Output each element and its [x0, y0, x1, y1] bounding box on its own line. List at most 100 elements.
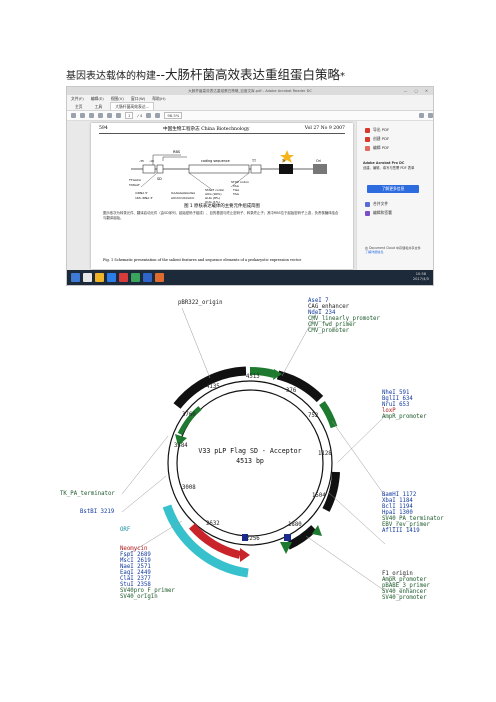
create-pdf-label: 创建 PDF — [373, 136, 390, 141]
cloud-note: 在 Document Cloud 中存储和共享文件 了解详细信息 — [365, 246, 425, 255]
loxp-feature — [319, 400, 338, 429]
tick-1504: 1504 — [312, 493, 326, 499]
ppt-icon[interactable] — [155, 273, 164, 282]
label-ampr-promoter: AmpR_promoter — [382, 414, 427, 420]
label-cmv-promoter: CMV_promoter — [308, 328, 350, 334]
menu-view[interactable]: 视图(V) — [111, 95, 124, 102]
figure-caption: 图 1 原核表达载体的主要元件组成简图 — [184, 204, 260, 209]
tick-2632: 2632 — [206, 521, 220, 527]
tick-3760: 3760 — [182, 412, 196, 418]
search-taskbar-icon[interactable] — [83, 273, 92, 282]
fill-sign-label: 编辑和签署 — [373, 210, 392, 215]
combine-files-item[interactable]: 合并文件 — [365, 201, 388, 207]
neomycin-arrow — [240, 548, 250, 562]
figure-description: 图示依次为转录元件、翻译启动元件（由SD序列、起始密码子组成）、目的基因与终止密… — [103, 211, 339, 221]
menu-bar: 文件(F) 编辑(E) 视图(V) 窗口(W) 帮助(H) — [67, 95, 433, 102]
combine-label: 合并文件 — [373, 201, 389, 206]
print-icon[interactable] — [80, 113, 85, 118]
small-blue-box-2 — [284, 534, 291, 541]
save-icon[interactable] — [71, 113, 76, 118]
figure-caption-english: Fig. 1 Schematic presentation of the sal… — [103, 258, 302, 262]
tools-pane: 导出 PDF 创建 PDF 编辑 PDF Adobe Acrobat Pro D… — [356, 121, 433, 271]
ori-box — [313, 164, 327, 174]
tick-2256: 2256 — [246, 536, 260, 542]
export-pdf-item[interactable]: 导出 PDF — [365, 127, 389, 133]
app-icon-green[interactable] — [131, 273, 140, 282]
label-afliii: AflIII 1419 — [382, 528, 420, 534]
toolbar: 1 / 4 98.5% — [67, 111, 433, 121]
tab-document[interactable]: 大肠杆菌高效表达... — [110, 102, 155, 110]
comment-icon[interactable] — [419, 113, 424, 118]
title-mark: * — [340, 71, 346, 82]
cloud-note-link[interactable]: 了解详细信息 — [365, 250, 425, 254]
taskbar-clock: 10:58 2017/4/5 — [413, 272, 429, 282]
tick-1880: 1880 — [288, 522, 302, 528]
title-prefix: 基因表达载体的构建 — [66, 71, 156, 82]
title-main: --大肠杆菌高效表达重组蛋白策略 — [156, 67, 341, 82]
label-sv40-origin: SV40_origin — [120, 594, 158, 600]
page-number-input[interactable]: 1 — [125, 112, 134, 119]
label-orf: ORF — [120, 527, 131, 533]
window-title: 大肠杆菌高效表达重组蛋白策略_百度文库.pdf - Adobe Acrobat … — [188, 89, 312, 93]
label-bstbi: BstBI 3219 — [80, 509, 115, 515]
sign-pen-icon — [365, 210, 370, 216]
tick-3008: 3008 — [182, 485, 196, 491]
menu-window[interactable]: 窗口(W) — [131, 95, 145, 102]
zoom-out-icon[interactable] — [146, 113, 152, 118]
page-total: / 4 — [137, 113, 143, 118]
promo-text: 创建、编辑、填写与签署 PDF 表单 — [363, 165, 415, 170]
create-pdf-item[interactable]: 创建 PDF — [365, 136, 389, 142]
tab-bar: 主页 工具 大肠杆菌高效表达... — [67, 102, 433, 111]
explorer-icon[interactable] — [95, 273, 104, 282]
menu-file[interactable]: 文件(F) — [71, 95, 84, 102]
zoom-in-icon[interactable] — [155, 113, 161, 118]
sd-box — [156, 164, 164, 174]
browser-icon[interactable] — [107, 273, 116, 282]
plasmid-map: 4513 4135 3760 3384 3008 2632 2256 1880 … — [60, 296, 444, 626]
search-icon[interactable] — [98, 113, 103, 118]
menu-help[interactable]: 帮助(H) — [152, 95, 165, 102]
tab-home[interactable]: 主页 — [71, 103, 87, 110]
taskbar: 10:58 2017/4/5 — [67, 270, 433, 285]
label-rrna: 16S rRNA 3' — [135, 196, 153, 200]
export-pdf-label: 导出 PDF — [373, 127, 390, 132]
label-minus35: -35 — [139, 159, 144, 163]
mail-icon[interactable] — [89, 113, 94, 118]
clock-date: 2017/4/5 — [412, 277, 429, 281]
label-ttgaca: TTGACA — [128, 178, 142, 182]
window-titlebar: 大肠杆菌高效表达重组蛋白策略_百度文库.pdf - Adobe Acrobat … — [67, 87, 433, 95]
acrobat-icon[interactable] — [119, 273, 128, 282]
label-seq1: UAAGGAGGUGA — [171, 191, 196, 195]
edit-pdf-item[interactable]: 编辑 PDF — [365, 145, 389, 151]
start-icon[interactable] — [71, 273, 80, 282]
tick-376: 376 — [286, 388, 297, 394]
tick-4135: 4135 — [206, 384, 220, 390]
promoter-box — [142, 164, 156, 174]
label-sd: SD — [157, 177, 162, 181]
create-pdf-icon — [365, 136, 370, 142]
combine-icon — [365, 201, 370, 207]
menu-edit[interactable]: 编辑(E) — [91, 95, 104, 102]
sign-icon[interactable] — [428, 113, 433, 118]
label-tataat: TATAAT — [128, 183, 140, 187]
next-page-icon[interactable] — [116, 113, 121, 118]
label-minus10: -10 — [149, 159, 154, 163]
prev-page-icon[interactable] — [107, 113, 112, 118]
window-controls[interactable]: — ▢ ✕ — [404, 87, 431, 95]
plasmid-title: V33 pLP Flag SD - Acceptor — [198, 447, 302, 455]
tab-tools[interactable]: 工具 — [91, 103, 107, 110]
label-tk-pa: TK_PA_terminator — [60, 491, 115, 497]
zoom-select[interactable]: 98.5% — [164, 112, 183, 119]
f1-origin-feature — [286, 525, 317, 550]
embedded-screenshot: 大肠杆菌高效表达重组蛋白策略_百度文库.pdf - Adobe Acrobat … — [66, 86, 434, 286]
tr-box — [279, 164, 293, 174]
fill-sign-item[interactable]: 编辑和签署 — [365, 210, 392, 216]
word-icon[interactable] — [143, 273, 152, 282]
learn-more-button[interactable]: 了解更多信息 — [367, 185, 419, 193]
edit-pdf-label: 编辑 PDF — [373, 145, 390, 150]
label-rbs: RBS — [173, 150, 181, 154]
label-tag: TAG — [232, 192, 240, 196]
label-ori: Ori — [316, 159, 321, 163]
label-mrna: mRNA 5' — [135, 191, 148, 195]
label-tt: TT — [251, 159, 257, 163]
